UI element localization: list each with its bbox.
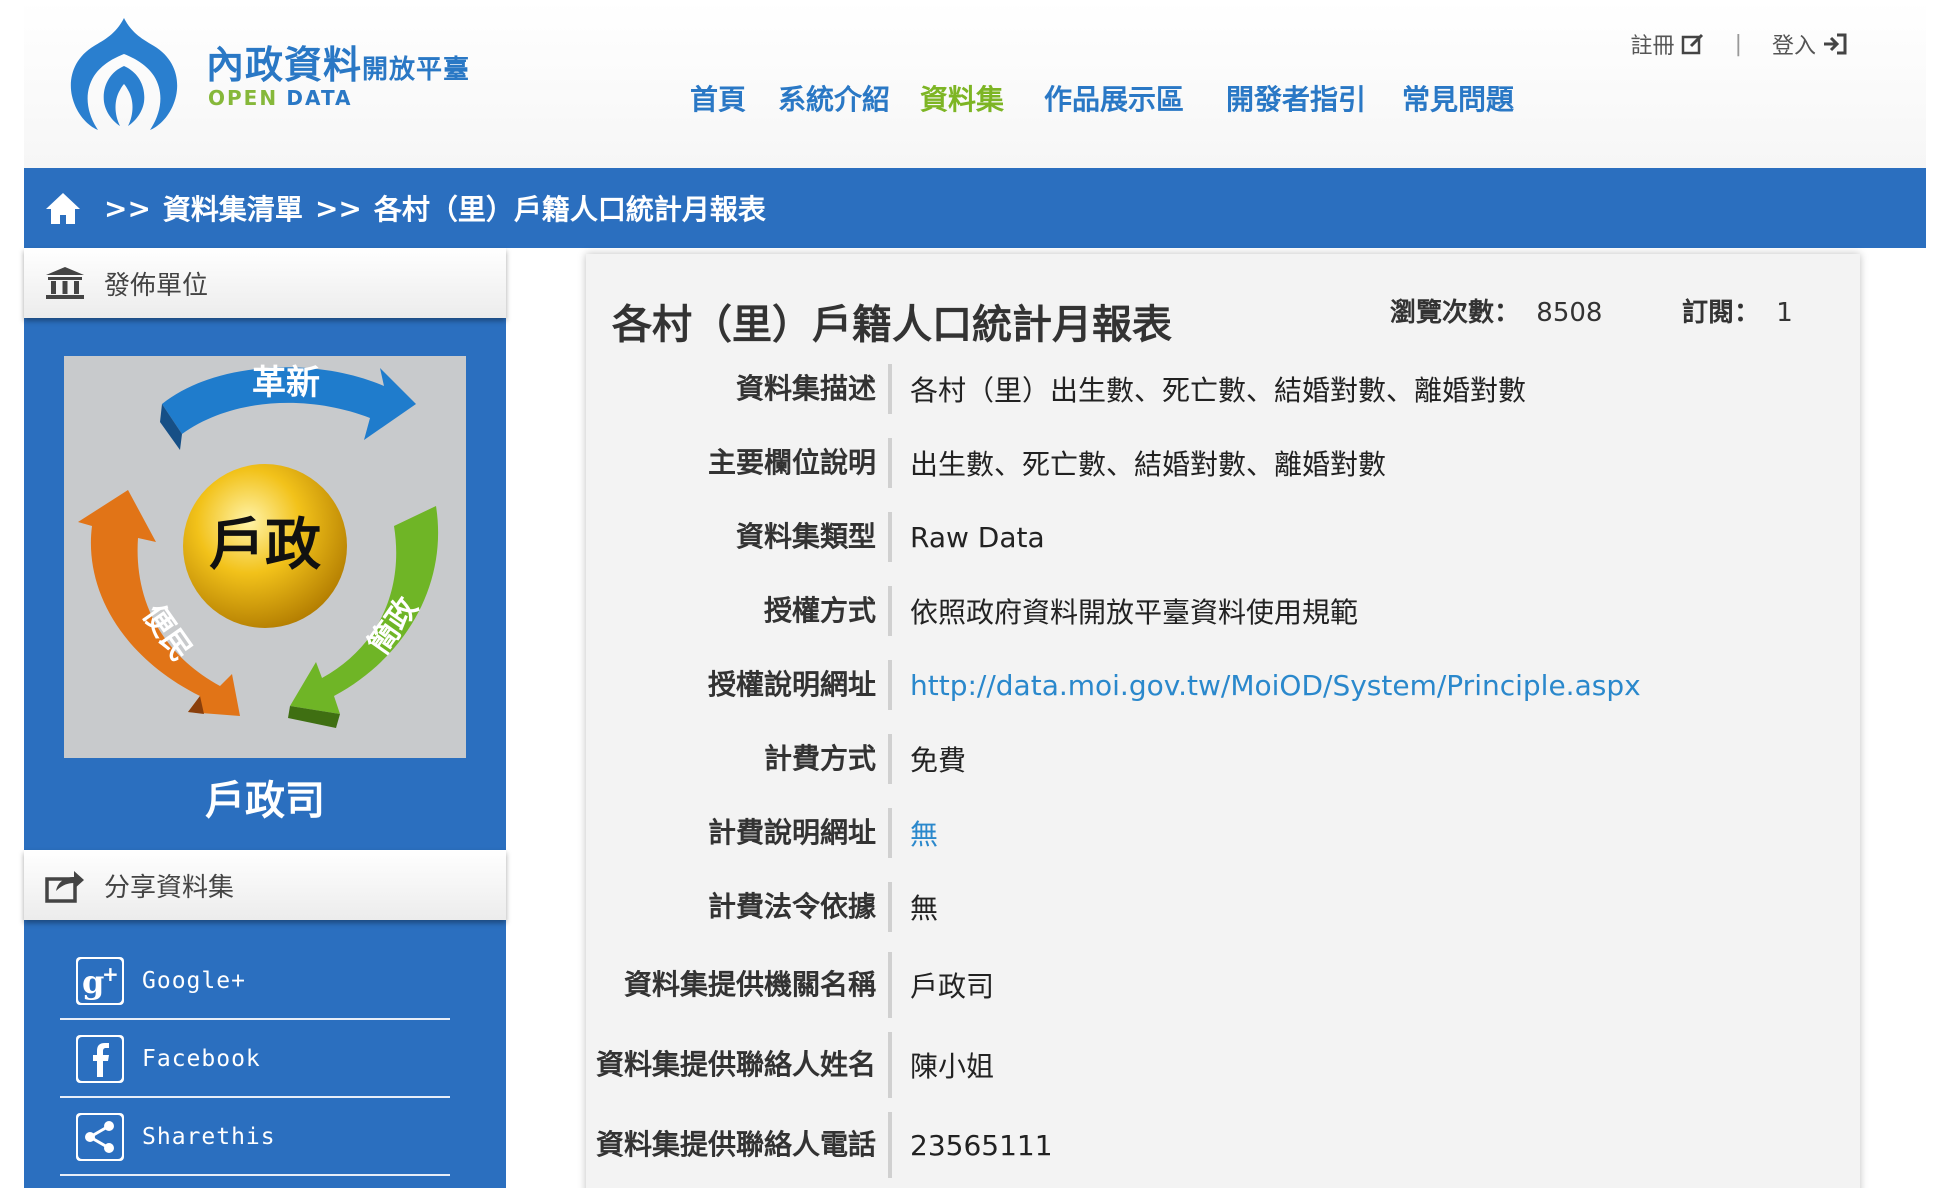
- field-divider: [888, 882, 892, 932]
- breadcrumb: >> 資料集清單 >> 各村（里）戶籍人口統計月報表: [24, 168, 1926, 248]
- fee-url-link[interactable]: 無: [910, 813, 938, 853]
- field-label: 資料集提供聯絡人電話: [595, 1128, 876, 1161]
- field-value: 無: [910, 808, 938, 858]
- field-provider-agency: 資料集提供機關名稱 戶政司: [586, 952, 1860, 1018]
- field-label: 主要欄位說明: [707, 446, 876, 479]
- field-value: 23565111: [910, 1128, 1053, 1162]
- share-sharethis[interactable]: Sharethis: [60, 1100, 450, 1176]
- nav-developer[interactable]: 開發者指引: [1226, 78, 1366, 118]
- field-label: 計費說明網址: [707, 816, 876, 849]
- field-value: 依照政府資料開放平臺資料使用規範: [910, 596, 1359, 629]
- field-value: Raw Data: [910, 520, 1045, 554]
- utility-separator: |: [1734, 31, 1742, 57]
- field-value: 戶政司: [910, 970, 995, 1003]
- field-divider: [888, 734, 892, 784]
- subscription-count-label: 訂閱：: [1682, 298, 1761, 328]
- field-value: 陳小姐: [910, 1050, 995, 1083]
- publisher-heading: 發佈單位: [24, 248, 506, 318]
- sign-in-icon: [1824, 33, 1847, 55]
- field-value: 免費: [910, 744, 967, 777]
- view-count-value: 8508: [1536, 298, 1603, 328]
- publisher-heading-label: 發佈單位: [104, 270, 209, 301]
- field-divider: [888, 1032, 892, 1098]
- field-label: 授權方式: [763, 594, 876, 627]
- breadcrumb-current: 各村（里）戶籍人口統計月報表: [373, 193, 766, 226]
- field-license-url: 授權說明網址 http://data.moi.gov.tw/MoiOD/Syst…: [586, 660, 1860, 710]
- emblem-center-text: 戶政: [209, 512, 321, 578]
- field-label: 資料集類型: [735, 520, 876, 553]
- login-link[interactable]: 登入: [1772, 28, 1848, 60]
- field-label: 計費方式: [763, 742, 876, 775]
- field-description: 資料集描述 各村（里）出生數、死亡數、結婚對數、離婚對數: [586, 364, 1860, 414]
- field-fee-legal-basis: 計費法令依據 無: [586, 882, 1860, 932]
- subscription-count: 訂閱： 1: [1682, 292, 1793, 329]
- nav-home[interactable]: 首頁: [690, 78, 746, 118]
- facebook-icon: [76, 1035, 124, 1083]
- field-label: 資料集描述: [735, 372, 876, 405]
- license-url-link[interactable]: http://data.moi.gov.tw/MoiOD/System/Prin…: [910, 669, 1641, 702]
- field-license: 授權方式 依照政府資料開放平臺資料使用規範: [586, 586, 1860, 636]
- nav-showcase[interactable]: 作品展示區: [1044, 78, 1184, 118]
- share-facebook-label: Facebook: [142, 1046, 261, 1072]
- breadcrumb-dataset-list[interactable]: 資料集清單: [163, 188, 303, 228]
- share-sharethis-label: Sharethis: [142, 1124, 276, 1150]
- share-icon: [45, 871, 84, 903]
- login-label: 登入: [1771, 34, 1816, 59]
- share-heading: 分享資料集: [24, 850, 506, 920]
- share-heading-label: 分享資料集: [104, 872, 235, 903]
- view-count-label: 瀏覽次數：: [1390, 298, 1521, 328]
- field-value: http://data.moi.gov.tw/MoiOD/System/Prin…: [910, 660, 1641, 710]
- field-divider: [888, 952, 892, 1018]
- subscription-count-value: 1: [1776, 298, 1793, 328]
- field-value: 無: [910, 892, 939, 925]
- field-divider: [888, 586, 892, 636]
- field-contact-name: 資料集提供聯絡人姓名 陳小姐: [586, 1032, 1860, 1098]
- field-value: 出生數、死亡數、結婚對數、離婚對數: [910, 448, 1387, 481]
- publisher-unit-name[interactable]: 戶政司: [24, 768, 506, 826]
- share-facebook[interactable]: Facebook: [60, 1022, 450, 1098]
- field-divider: [888, 808, 892, 858]
- household-registration-emblem: 戶政 革新 便民 簡政: [64, 356, 466, 758]
- utility-links: 註冊 | 登入: [1631, 28, 1848, 60]
- field-divider: [888, 660, 892, 710]
- dataset-title: 各村（里）戶籍人口統計月報表: [612, 302, 1172, 348]
- field-value: 各村（里）出生數、死亡數、結婚對數、離婚對數: [910, 374, 1527, 407]
- sharethis-icon: [76, 1113, 124, 1161]
- field-contact-phone: 資料集提供聯絡人電話 23565111: [586, 1112, 1860, 1178]
- field-dataset-type: 資料集類型 Raw Data: [586, 512, 1860, 562]
- breadcrumb-separator: >>: [314, 191, 362, 225]
- field-divider: [888, 364, 892, 414]
- field-divider: [888, 438, 892, 488]
- share-google-plus-label: Google+: [142, 968, 246, 994]
- view-count: 瀏覽次數： 8508: [1390, 292, 1602, 329]
- svg-text:+: +: [102, 962, 119, 986]
- register-label: 註冊: [1630, 34, 1675, 59]
- field-fee-type: 計費方式 免費: [586, 734, 1860, 784]
- edit-icon: [1681, 33, 1703, 55]
- emblem-top-text: 革新: [252, 363, 320, 403]
- field-label: 授權說明網址: [707, 668, 876, 701]
- main-nav: 首頁 系統介紹 資料集 作品展示區 開發者指引 常見問題: [24, 78, 1926, 118]
- field-fee-url: 計費說明網址 無: [586, 808, 1860, 858]
- bank-icon: [46, 267, 84, 299]
- field-label: 資料集提供聯絡人姓名: [595, 1048, 876, 1081]
- site-header: 內政資料開放平臺 OPEN DATA 註冊 | 登入 首頁 系統介紹 資料集 作…: [24, 0, 1926, 168]
- field-divider: [888, 512, 892, 562]
- home-icon[interactable]: [44, 189, 82, 227]
- sidebar: 發佈單位 戶政 革新 便民 簡政 戶政司 分享資料集 g + Google+ F…: [24, 248, 506, 1188]
- share-google-plus[interactable]: g + Google+: [60, 944, 450, 1020]
- page: 內政資料開放平臺 OPEN DATA 註冊 | 登入 首頁 系統介紹 資料集 作…: [0, 0, 1946, 1188]
- register-link[interactable]: 註冊: [1631, 28, 1705, 60]
- nav-intro[interactable]: 系統介紹: [778, 78, 890, 118]
- nav-datasets[interactable]: 資料集: [920, 78, 1004, 118]
- google-plus-icon: g +: [76, 957, 124, 1005]
- breadcrumb-separator: >>: [104, 191, 151, 225]
- dataset-detail-card: 各村（里）戶籍人口統計月報表 瀏覽次數： 8508 訂閱： 1 資料集描述 各村…: [586, 254, 1860, 1188]
- field-label: 資料集提供機關名稱: [623, 968, 876, 1001]
- nav-faq[interactable]: 常見問題: [1402, 78, 1514, 118]
- field-divider: [888, 1112, 892, 1178]
- field-label: 計費法令依據: [707, 890, 876, 923]
- field-main-columns: 主要欄位說明 出生數、死亡數、結婚對數、離婚對數: [586, 438, 1860, 488]
